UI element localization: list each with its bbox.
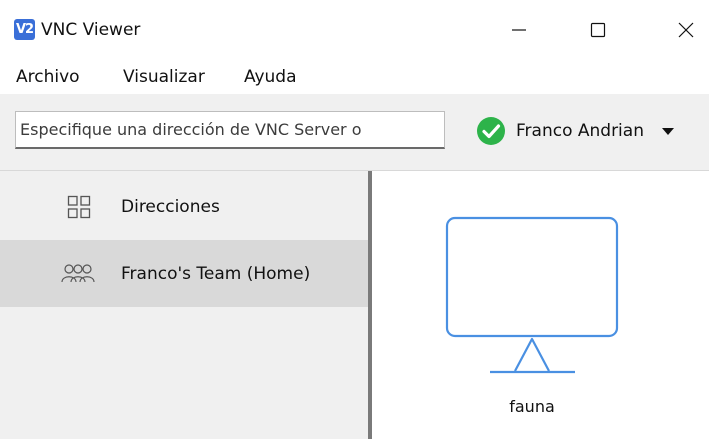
computer-monitor-icon	[445, 216, 619, 374]
sidebar-item-label: Direcciones	[121, 196, 220, 217]
account-name: Franco Andrian	[516, 121, 644, 141]
signed-in-check-icon	[474, 115, 507, 148]
toolbar: Franco Andrian	[0, 94, 709, 171]
title-bar: V2 VNC Viewer	[0, 0, 709, 58]
minimize-icon	[512, 29, 526, 31]
sidebar-item-label: Franco's Team (Home)	[121, 263, 311, 284]
sidebar-item-team[interactable]: Franco's Team (Home)	[0, 240, 368, 307]
computer-tile[interactable]: fauna	[437, 211, 627, 426]
grid-icon	[66, 194, 92, 220]
close-icon	[678, 22, 694, 38]
menu-archivo[interactable]: Archivo	[16, 66, 80, 88]
maximize-icon	[590, 22, 606, 38]
account-menu-button[interactable]: Franco Andrian	[474, 112, 674, 150]
vnc-logo-icon: V2	[14, 19, 35, 40]
menu-visualizar[interactable]: Visualizar	[123, 66, 205, 88]
menu-ayuda[interactable]: Ayuda	[244, 66, 297, 88]
caret-down-icon	[661, 127, 674, 135]
team-icon	[61, 261, 95, 287]
window-title: VNC Viewer	[41, 20, 141, 40]
minimize-button[interactable]	[496, 10, 542, 50]
computer-label: fauna	[509, 397, 555, 416]
main-content: fauna	[372, 171, 709, 439]
sidebar-item-addresses[interactable]: Direcciones	[0, 173, 368, 240]
maximize-button[interactable]	[575, 10, 621, 50]
address-input[interactable]	[15, 111, 445, 149]
sidebar: Direcciones Franco's Team (Home)	[0, 171, 368, 439]
close-button[interactable]	[663, 10, 709, 50]
menu-bar: Archivo Visualizar Ayuda	[0, 60, 709, 92]
